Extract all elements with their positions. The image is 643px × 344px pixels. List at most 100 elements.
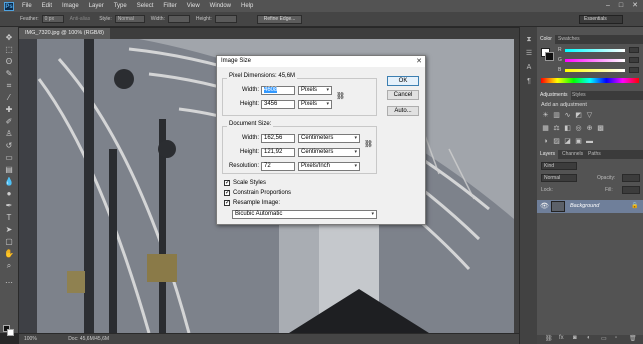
layer-name[interactable]: Background	[570, 203, 599, 209]
shape-tool-icon[interactable]: ▢	[3, 236, 15, 247]
cancel-button[interactable]: Cancel	[387, 90, 419, 100]
fill-input[interactable]	[622, 186, 640, 194]
channel-g-slider[interactable]	[565, 59, 625, 62]
channel-r-input[interactable]	[629, 47, 639, 53]
tab-paths[interactable]: Paths	[585, 150, 604, 159]
brightness-icon[interactable]: ☀	[541, 111, 550, 120]
dodge-tool-icon[interactable]: ●	[3, 188, 15, 199]
doc-width-input[interactable]: 162,56	[261, 134, 295, 143]
menu-help[interactable]: Help	[241, 3, 253, 9]
antialias-label[interactable]: Anti-alias	[70, 16, 91, 22]
add-mask-icon[interactable]: ◙	[573, 335, 577, 341]
channel-b-slider[interactable]	[565, 69, 625, 72]
style-select[interactable]: Normal	[114, 15, 145, 23]
resample-label[interactable]: Resample Image:	[233, 200, 280, 206]
tab-adjustments[interactable]: Adjustments	[537, 91, 571, 100]
constrain-checkbox[interactable]: ✓	[224, 190, 230, 196]
new-group-icon[interactable]: ▭	[601, 335, 607, 342]
close-icon[interactable]: ✕	[630, 1, 640, 10]
lasso-tool-icon[interactable]: ʘ	[3, 56, 15, 67]
resolution-unit-select[interactable]: Pixels/Inch ▾	[298, 162, 360, 171]
px-width-input[interactable]: 4608	[261, 86, 295, 95]
crop-tool-icon[interactable]: ⌗	[3, 80, 15, 91]
tab-styles[interactable]: Styles	[569, 91, 589, 100]
refine-edge-button[interactable]: Refine Edge...	[256, 14, 303, 24]
pen-tool-icon[interactable]: ✒	[3, 200, 15, 211]
px-height-input[interactable]: 3456	[261, 100, 295, 109]
type-tool-icon[interactable]: T	[3, 212, 15, 223]
channel-g-input[interactable]	[629, 57, 639, 63]
blur-tool-icon[interactable]: 💧	[3, 176, 15, 187]
constrain-label[interactable]: Constrain Proportions	[233, 190, 291, 196]
fx-icon[interactable]: fx	[559, 335, 564, 341]
tab-channels[interactable]: Channels	[559, 150, 586, 159]
stamp-tool-icon[interactable]: ♙	[3, 128, 15, 139]
levels-icon[interactable]: ▥	[552, 111, 561, 120]
dialog-close-icon[interactable]: ✕	[416, 56, 422, 67]
color-lookup-icon[interactable]: ▩	[596, 124, 605, 133]
menu-layer[interactable]: Layer	[89, 3, 104, 9]
hand-tool-icon[interactable]: ✋	[3, 248, 15, 259]
background-color-swatch[interactable]	[7, 329, 14, 336]
tab-swatches[interactable]: Swatches	[555, 35, 583, 44]
threshold-icon[interactable]: ◪	[563, 137, 572, 146]
minimize-icon[interactable]: –	[603, 1, 613, 10]
menu-file[interactable]: File	[22, 3, 32, 9]
new-layer-icon[interactable]: ▫	[615, 335, 617, 341]
document-info[interactable]: Doc: 45,6M/45,6M	[68, 336, 109, 342]
selective-color-icon[interactable]: ▣	[574, 137, 583, 146]
resample-method-select[interactable]: Bicubic Automatic ▾	[232, 210, 377, 219]
menu-type[interactable]: Type	[114, 3, 127, 9]
doc-height-unit-select[interactable]: Centimeters ▾	[298, 148, 360, 157]
exposure-icon[interactable]: ◩	[574, 111, 583, 120]
auto-button[interactable]: Auto...	[387, 106, 419, 116]
width-input[interactable]	[167, 15, 190, 23]
menu-edit[interactable]: Edit	[42, 3, 52, 9]
healing-tool-icon[interactable]: ✚	[3, 104, 15, 115]
blend-mode-select[interactable]: Normal	[541, 174, 577, 182]
layer-row[interactable]: 👁 Background 🔒	[537, 200, 643, 213]
edit-toolbar-icon[interactable]: ⋯	[3, 277, 15, 288]
link-layers-icon[interactable]: ⛓	[545, 335, 553, 342]
channel-mixer-icon[interactable]: ⊕	[585, 124, 594, 133]
black-white-icon[interactable]: ◧	[563, 124, 572, 133]
hue-saturation-icon[interactable]: ▦	[541, 124, 550, 133]
doc-width-unit-select[interactable]: Centimeters ▾	[298, 134, 360, 143]
visibility-eye-icon[interactable]: 👁	[540, 202, 549, 210]
new-adjustment-icon[interactable]: ◐	[587, 335, 591, 341]
ok-button[interactable]: OK	[387, 76, 419, 86]
paragraph-panel-icon[interactable]: ¶	[524, 77, 534, 87]
vibrance-icon[interactable]: ▽	[585, 111, 594, 120]
px-height-unit-select[interactable]: Pixels ▾	[298, 100, 332, 109]
photo-filter-icon[interactable]: ◎	[574, 124, 583, 133]
gradient-tool-icon[interactable]: ▤	[3, 164, 15, 175]
maximize-icon[interactable]: □	[616, 1, 626, 10]
posterize-icon[interactable]: ▨	[552, 137, 561, 146]
character-panel-icon[interactable]: A	[524, 63, 534, 73]
menu-view[interactable]: View	[187, 3, 200, 9]
menu-filter[interactable]: Filter	[163, 3, 176, 9]
marquee-tool-icon[interactable]: ⬚	[3, 44, 15, 55]
menu-image[interactable]: Image	[62, 3, 79, 9]
scale-styles-label[interactable]: Scale Styles	[233, 180, 266, 186]
color-spectrum-bar[interactable]	[541, 78, 639, 83]
height-input[interactable]	[214, 15, 237, 23]
layer-filter-kind[interactable]: Kind	[541, 162, 577, 170]
delete-layer-icon[interactable]: 🗑	[629, 335, 637, 342]
px-width-unit-select[interactable]: Pixels ▾	[298, 86, 332, 95]
history-brush-tool-icon[interactable]: ↺	[3, 140, 15, 151]
scale-styles-checkbox[interactable]: ✓	[224, 180, 230, 186]
gradient-map-icon[interactable]: ▬	[585, 137, 594, 146]
eyedropper-tool-icon[interactable]: ⁄	[3, 92, 15, 103]
zoom-level[interactable]: 100%	[24, 336, 37, 342]
tab-color[interactable]: Color	[537, 35, 555, 44]
invert-icon[interactable]: ◑	[541, 137, 550, 146]
channel-r-slider[interactable]	[565, 49, 625, 52]
move-tool-icon[interactable]: ✥	[3, 32, 15, 43]
workspace-select[interactable]: Essentials	[579, 15, 623, 24]
doc-height-input[interactable]: 121,92	[261, 148, 295, 157]
eraser-tool-icon[interactable]: ▭	[3, 152, 15, 163]
properties-panel-icon[interactable]: ☰	[524, 49, 534, 59]
resample-checkbox[interactable]: ✓	[224, 200, 230, 206]
opacity-input[interactable]	[622, 174, 640, 182]
